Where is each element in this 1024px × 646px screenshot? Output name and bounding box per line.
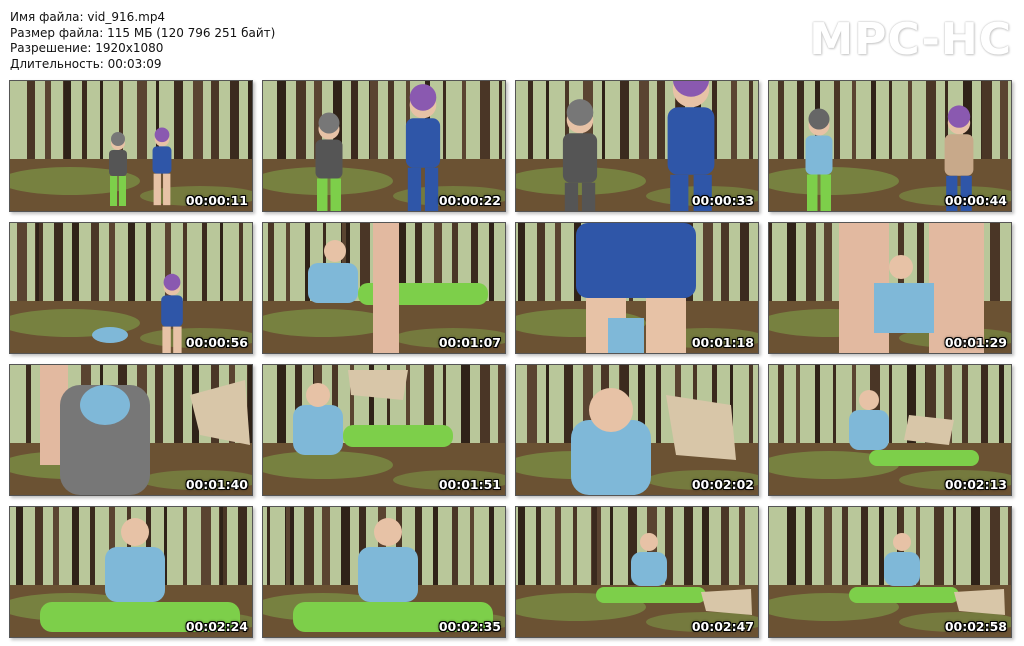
video-thumbnail: 00:00:33 bbox=[515, 80, 759, 212]
video-thumbnail: 00:01:29 bbox=[768, 222, 1012, 354]
thumbnail-image bbox=[769, 365, 1011, 495]
file-name: Имя файла: vid_916.mp4 bbox=[10, 10, 166, 24]
thumbnail-grid: 00:00:11 00:00:22 00:00:33 00:00:44 00:0… bbox=[9, 80, 1012, 638]
thumbnail-timestamp: 00:02:47 bbox=[691, 619, 754, 634]
thumbnail-image bbox=[263, 365, 505, 495]
thumbnail-timestamp: 00:00:11 bbox=[185, 193, 248, 208]
thumbnail-timestamp: 00:01:07 bbox=[438, 335, 501, 350]
thumbnail-timestamp: 00:00:22 bbox=[438, 193, 501, 208]
file-size: Размер файла: 115 МБ (120 796 251 байт) bbox=[10, 25, 276, 40]
video-thumbnail: 00:02:58 bbox=[768, 506, 1012, 638]
thumbnail-timestamp: 00:02:35 bbox=[438, 619, 501, 634]
thumbnail-timestamp: 00:00:44 bbox=[944, 193, 1007, 208]
thumbnail-image bbox=[516, 507, 758, 637]
video-thumbnail: 00:01:07 bbox=[262, 222, 506, 354]
video-thumbnail: 00:01:40 bbox=[9, 364, 253, 496]
thumbnail-timestamp: 00:02:24 bbox=[185, 619, 248, 634]
video-thumbnail: 00:01:18 bbox=[515, 222, 759, 354]
video-thumbnail: 00:02:35 bbox=[262, 506, 506, 638]
thumbnail-timestamp: 00:01:29 bbox=[944, 335, 1007, 350]
video-thumbnail: 00:00:56 bbox=[9, 222, 253, 354]
thumbnail-image bbox=[516, 365, 758, 495]
thumbnail-timestamp: 00:02:58 bbox=[944, 619, 1007, 634]
thumbnail-image bbox=[263, 223, 505, 353]
thumbnail-image bbox=[769, 81, 1011, 211]
video-thumbnail: 00:02:47 bbox=[515, 506, 759, 638]
thumbnail-image bbox=[516, 223, 758, 353]
video-thumbnail: 00:01:51 bbox=[262, 364, 506, 496]
thumbnail-image bbox=[10, 223, 252, 353]
video-thumbnail: 00:00:22 bbox=[262, 80, 506, 212]
thumbnail-image bbox=[10, 507, 252, 637]
thumbnail-timestamp: 00:02:13 bbox=[944, 477, 1007, 492]
video-thumbnail: 00:02:24 bbox=[9, 506, 253, 638]
video-thumbnail: 00:00:44 bbox=[768, 80, 1012, 212]
mpc-hc-logo: MPC-HC bbox=[809, 14, 1012, 65]
video-thumbnail: 00:02:02 bbox=[515, 364, 759, 496]
thumbnail-timestamp: 00:00:33 bbox=[691, 193, 754, 208]
thumbnail-timestamp: 00:01:18 bbox=[691, 335, 754, 350]
video-duration: Длительность: 00:03:09 bbox=[10, 56, 162, 71]
thumbnail-image bbox=[516, 81, 758, 211]
thumbnail-image bbox=[10, 365, 252, 495]
file-info: Имя файла: vid_916.mp4 Размер файла: 115… bbox=[10, 10, 275, 72]
video-thumbnail: 00:00:11 bbox=[9, 80, 253, 212]
thumbnail-image bbox=[263, 81, 505, 211]
thumbnail-timestamp: 00:02:02 bbox=[691, 477, 754, 492]
thumbnail-image bbox=[769, 223, 1011, 353]
thumbnail-timestamp: 00:01:51 bbox=[438, 477, 501, 492]
thumbnail-image bbox=[263, 507, 505, 637]
video-thumbnail: 00:02:13 bbox=[768, 364, 1012, 496]
thumbnail-image bbox=[10, 81, 252, 211]
video-resolution: Разрешение: 1920x1080 bbox=[10, 41, 164, 55]
thumbnail-timestamp: 00:00:56 bbox=[185, 335, 248, 350]
thumbnail-timestamp: 00:01:40 bbox=[185, 477, 248, 492]
thumbnail-image bbox=[769, 507, 1011, 637]
